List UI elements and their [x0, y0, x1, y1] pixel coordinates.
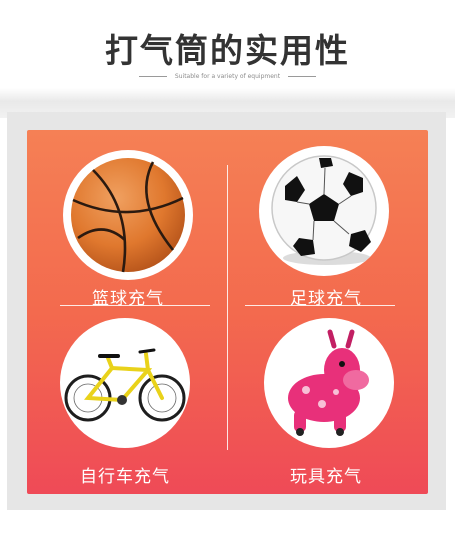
basketball-icon: [63, 150, 193, 280]
page-subtitle: Suitable for a variety of equipment: [174, 72, 281, 80]
subtitle-row: Suitable for a variety of equipment: [0, 70, 455, 82]
divider-right: [288, 75, 317, 77]
usage-label-basketball: 篮球充气: [92, 289, 164, 309]
header: 打气筒的实用性 Suitable for a variety of equipm…: [0, 0, 455, 95]
inflatable-toy-icon: [264, 318, 394, 448]
page-title: 打气筒的实用性: [105, 31, 350, 70]
usage-label-bicycle: 自行车充气: [80, 467, 170, 487]
vertical-divider: [227, 165, 228, 450]
bicycle-icon: [60, 318, 190, 448]
usage-label-soccer: 足球充气: [290, 289, 362, 309]
usage-label-toy: 玩具充气: [290, 467, 362, 487]
soccer-ball-icon: [259, 146, 389, 276]
divider-left: [138, 75, 167, 77]
